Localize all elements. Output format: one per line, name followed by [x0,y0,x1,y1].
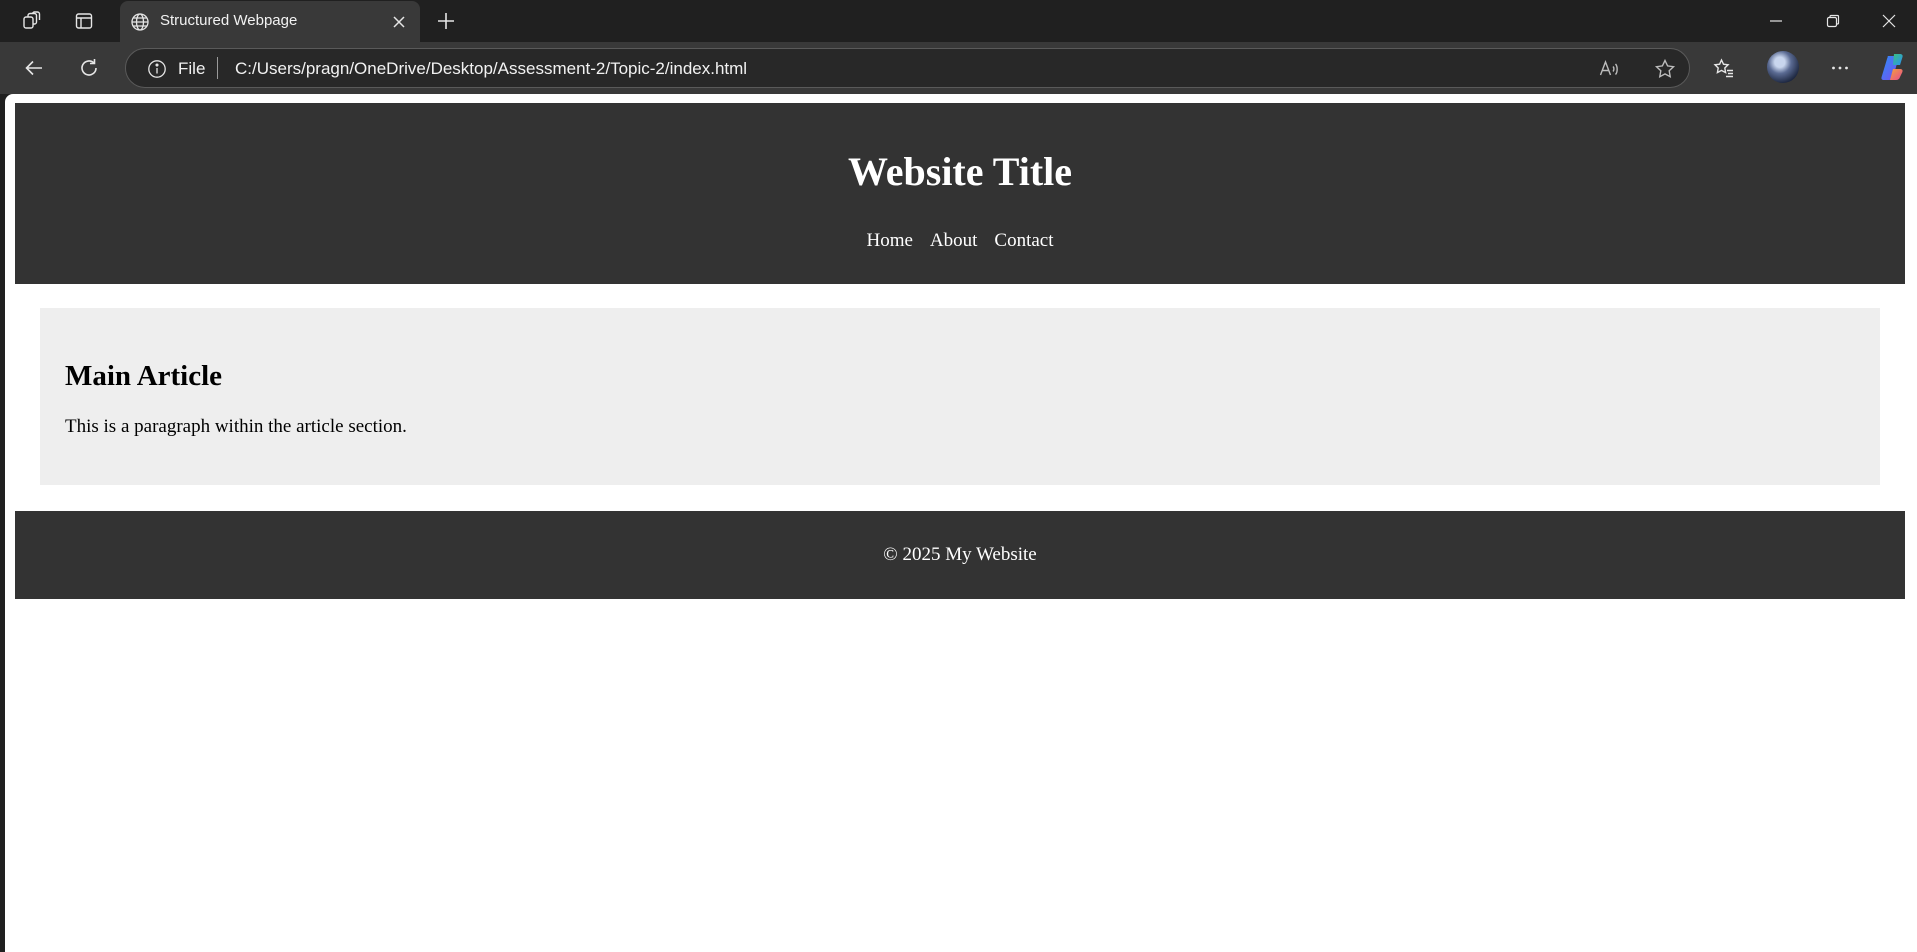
workspaces-icon[interactable] [14,6,50,36]
more-menu-icon[interactable] [1822,50,1858,86]
copilot-icon[interactable] [1878,52,1908,82]
info-icon[interactable] [146,58,168,80]
vertical-tabs-icon[interactable] [66,6,102,36]
refresh-icon[interactable] [71,50,107,86]
nav-link-contact[interactable]: Contact [994,230,1053,252]
new-tab-icon[interactable] [428,6,464,36]
site-nav: Home About Contact [15,230,1905,252]
nav-link-home[interactable]: Home [866,230,912,252]
close-icon[interactable] [386,9,412,35]
window-close-icon[interactable] [1861,0,1917,42]
active-tab[interactable]: Structured Webpage [120,1,420,42]
browser-toolbar: File C:/Users/pragn/OneDrive/Desktop/Ass… [0,42,1917,94]
restore-icon[interactable] [1805,0,1861,42]
site-header: Website Title Home About Contact [15,103,1905,284]
nav-link-about[interactable]: About [930,230,978,252]
site-footer: © 2025 My Website [15,511,1905,599]
url-text[interactable]: C:/Users/pragn/OneDrive/Desktop/Assessme… [235,59,747,79]
tab-strip: Structured Webpage [0,0,1917,42]
globe-icon [128,10,152,34]
avatar[interactable] [1767,51,1799,83]
tab-title: Structured Webpage [160,12,298,29]
address-bar[interactable]: File C:/Users/pragn/OneDrive/Desktop/Ass… [125,48,1690,88]
minimize-icon[interactable] [1748,0,1804,42]
article-paragraph: This is a paragraph within the article s… [65,416,407,437]
scheme-label: File [178,59,206,78]
footer-text: © 2025 My Website [883,544,1037,565]
read-aloud-icon[interactable] [1596,56,1622,82]
site-title: Website Title [847,149,1073,194]
page-viewport: Website Title Home About Contact Main Ar… [5,94,1917,952]
favorite-star-icon[interactable] [1652,56,1678,82]
back-arrow-icon[interactable] [16,50,52,86]
article-heading: Main Article [65,360,223,392]
favorites-list-icon[interactable] [1706,50,1742,86]
main-article: Main Article This is a paragraph within … [40,308,1880,485]
address-divider [217,57,218,79]
